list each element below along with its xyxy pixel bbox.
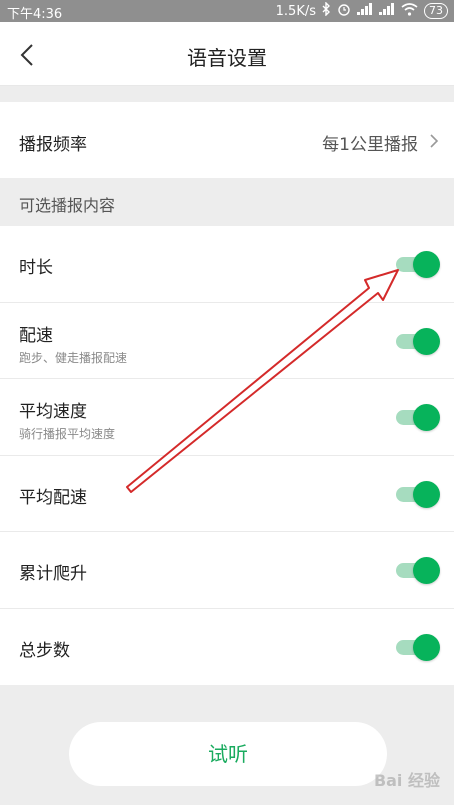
broadcast-frequency-row[interactable]: 播报频率 每1公里播报 [0, 102, 454, 178]
section-header-label: 可选播报内容 [19, 196, 116, 215]
list-item-elevation-gain: 累计爬升 [0, 532, 454, 609]
bluetooth-icon [322, 1, 331, 20]
toggle-thumb [413, 404, 440, 431]
status-icons: 1.5K/s 73 [275, 1, 448, 20]
pace-toggle[interactable] [396, 327, 440, 355]
list-item-average-speed: 平均速度 骑行播报平均速度 [0, 379, 454, 456]
item-label: 平均速度 [19, 402, 87, 422]
list-item-duration: 时长 [0, 226, 454, 303]
item-label: 累计爬升 [19, 564, 87, 584]
nav-bar: 语音设置 [0, 22, 454, 86]
signal-icon [357, 3, 373, 19]
item-label: 平均配速 [19, 487, 87, 508]
item-label: 总步数 [19, 640, 70, 661]
status-bar: 下午4:36 1.5K/s 73 [0, 0, 454, 22]
average-pace-toggle[interactable] [396, 480, 440, 508]
signal-icon-2 [379, 3, 395, 19]
list-item-pace: 配速 跑步、健走播报配速 [0, 303, 454, 379]
toggle-thumb [413, 557, 440, 584]
network-speed: 1.5K/s [275, 3, 316, 19]
alarm-icon [337, 2, 351, 20]
item-label: 配速 [19, 325, 53, 346]
item-sublabel: 跑步、健走播报配速 [19, 350, 128, 365]
frequency-value: 每1公里播报 [322, 135, 418, 155]
wifi-icon [401, 2, 418, 20]
average-speed-toggle[interactable] [396, 403, 440, 431]
elevation-gain-toggle[interactable] [396, 556, 440, 584]
page-title: 语音设置 [187, 46, 267, 70]
duration-toggle[interactable] [396, 250, 440, 278]
watermark: Bai 经验 [373, 771, 440, 790]
total-steps-toggle[interactable] [396, 633, 440, 661]
list-item-total-steps: 总步数 [0, 609, 454, 686]
toggle-thumb [413, 633, 440, 661]
broadcast-content-list: 时长 配速 跑步、健走播报配速 平均速度 骑行播报平均速度 平均配速 累计爬升 … [0, 226, 454, 685]
listen-button[interactable]: 试听 [69, 722, 387, 786]
item-label: 时长 [19, 258, 53, 278]
section-header: 可选播报内容 [0, 178, 454, 226]
toggle-thumb [413, 480, 440, 508]
list-item-average-pace: 平均配速 [0, 456, 454, 532]
toggle-thumb [413, 327, 440, 355]
divider [0, 86, 454, 102]
chevron-right-icon [428, 133, 440, 148]
item-sublabel: 骑行播报平均速度 [19, 427, 116, 441]
frequency-label: 播报频率 [19, 135, 87, 155]
battery-indicator: 73 [424, 3, 448, 19]
toggle-thumb [413, 251, 440, 278]
status-time: 下午4:36 [7, 7, 63, 22]
